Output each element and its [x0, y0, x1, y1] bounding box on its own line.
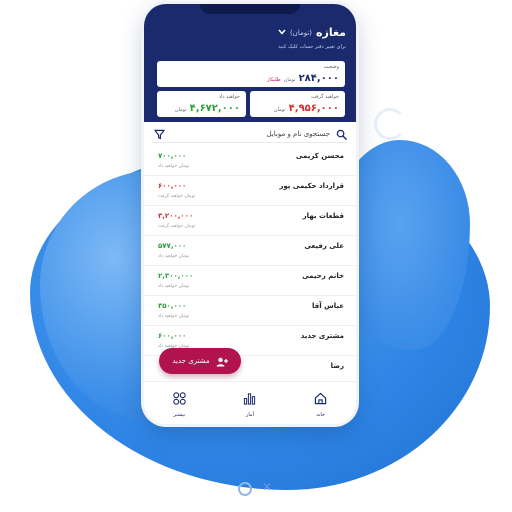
- payable-card[interactable]: خواهید داد ۴,۶۷۲,۰۰۰ تومان: [157, 91, 246, 117]
- receivable-unit: تومان: [273, 107, 286, 113]
- list-item[interactable]: عباس آقا ۳۵۰,۰۰۰ تومان خواهید داد: [144, 296, 356, 326]
- decorative-cross: ✕: [262, 480, 273, 494]
- customer-name: قرارداد حکیمی پور: [279, 182, 344, 190]
- app-header: مغازه (تومان) برای تغییر دفتر حساب کلیک …: [144, 4, 356, 122]
- customer-amount: ۳,۲۰۰,۰۰۰: [158, 212, 194, 220]
- customer-note: تومان خواهید داد: [158, 254, 190, 259]
- customer-name: قطعات بهار: [302, 212, 344, 220]
- phone-notch: [200, 4, 300, 14]
- status-unit: تومان: [283, 77, 296, 83]
- store-selector[interactable]: مغازه (تومان): [278, 26, 346, 39]
- customer-note: تومان خواهید گرفت: [158, 224, 196, 229]
- store-unit: (تومان): [289, 28, 313, 37]
- list-item[interactable]: محسن کریمی ۷۰۰,۰۰۰ تومان خواهید داد: [144, 146, 356, 176]
- customer-amount: ۵۷۷,۰۰۰: [158, 242, 187, 250]
- add-customer-button[interactable]: مشتری جدید: [159, 348, 241, 374]
- list-item[interactable]: قرارداد حکیمی پور ۶۰۰,۰۰۰ تومان خواهید گ…: [144, 176, 356, 206]
- customer-name: رضا: [330, 362, 344, 370]
- customer-amount: ۲,۳۰۰,۰۰۰: [158, 272, 194, 280]
- chevron-down-icon: [278, 28, 286, 38]
- nav-more-label: بیشتر: [173, 411, 186, 418]
- customer-note: تومان خواهید داد: [158, 314, 190, 319]
- status-value: ۲۸۴,۰۰۰: [298, 73, 339, 84]
- grid-icon: [173, 390, 186, 409]
- search-icon[interactable]: [334, 127, 348, 141]
- customer-name: محسن کریمی: [295, 152, 344, 160]
- payable-label: خواهید داد: [218, 94, 240, 100]
- customer-name: خانم رحیمی: [302, 272, 344, 280]
- nav-more[interactable]: بیشتر: [154, 390, 204, 418]
- nav-home-label: خانه: [316, 411, 325, 418]
- home-icon: [314, 390, 327, 409]
- chart-icon: [243, 390, 256, 409]
- nav-reports[interactable]: آمار: [225, 390, 275, 418]
- header-hint: برای تغییر دفتر حساب کلیک کنید: [278, 44, 346, 50]
- status-tag: طلبکار: [266, 77, 281, 83]
- decorative-ring: [238, 482, 252, 496]
- payable-value: ۴,۶۷۲,۰۰۰: [189, 103, 240, 114]
- status-card[interactable]: وضعیت ۲۸۴,۰۰۰ تومان طلبکار: [157, 61, 345, 87]
- store-title: مغازه: [316, 26, 346, 39]
- filter-icon[interactable]: [152, 127, 166, 141]
- receivable-label: خواهید گرفت: [311, 94, 339, 100]
- customer-note: تومان خواهید گرفت: [158, 194, 196, 199]
- payable-unit: تومان: [174, 107, 187, 113]
- customer-amount: ۷۰۰,۰۰۰: [158, 152, 187, 160]
- add-customer-label: مشتری جدید: [172, 357, 210, 365]
- phone-frame: مغازه (تومان) برای تغییر دفتر حساب کلیک …: [144, 4, 356, 424]
- bottom-nav: بیشتر آمار خانه: [144, 381, 356, 424]
- customer-name: مشتری جدید: [300, 332, 344, 340]
- nav-reports-label: آمار: [245, 411, 254, 418]
- search-input[interactable]: [170, 130, 330, 138]
- status-label: وضعیت: [323, 64, 340, 70]
- search-bar: [152, 126, 348, 143]
- list-item[interactable]: علی رفیعی ۵۷۷,۰۰۰ تومان خواهید داد: [144, 236, 356, 266]
- customer-note: تومان خواهید داد: [158, 284, 190, 289]
- customer-name: عباس آقا: [312, 302, 344, 310]
- customer-amount: ۶۰۰,۰۰۰: [158, 182, 187, 190]
- customer-amount: ۳۵۰,۰۰۰: [158, 302, 187, 310]
- receivable-value: ۴,۹۵۶,۰۰۰: [288, 103, 339, 114]
- customer-note: تومان خواهید داد: [158, 164, 190, 169]
- customer-amount: ۶۰۰,۰۰۰: [158, 332, 187, 340]
- list-item[interactable]: خانم رحیمی ۲,۳۰۰,۰۰۰ تومان خواهید داد: [144, 266, 356, 296]
- decorative-arc: [374, 108, 406, 140]
- list-item[interactable]: قطعات بهار ۳,۲۰۰,۰۰۰ تومان خواهید گرفت: [144, 206, 356, 236]
- nav-home[interactable]: خانه: [296, 390, 346, 418]
- add-user-icon: [216, 352, 228, 371]
- receivable-card[interactable]: خواهید گرفت ۴,۹۵۶,۰۰۰ تومان: [250, 91, 345, 117]
- customer-name: علی رفیعی: [304, 242, 344, 250]
